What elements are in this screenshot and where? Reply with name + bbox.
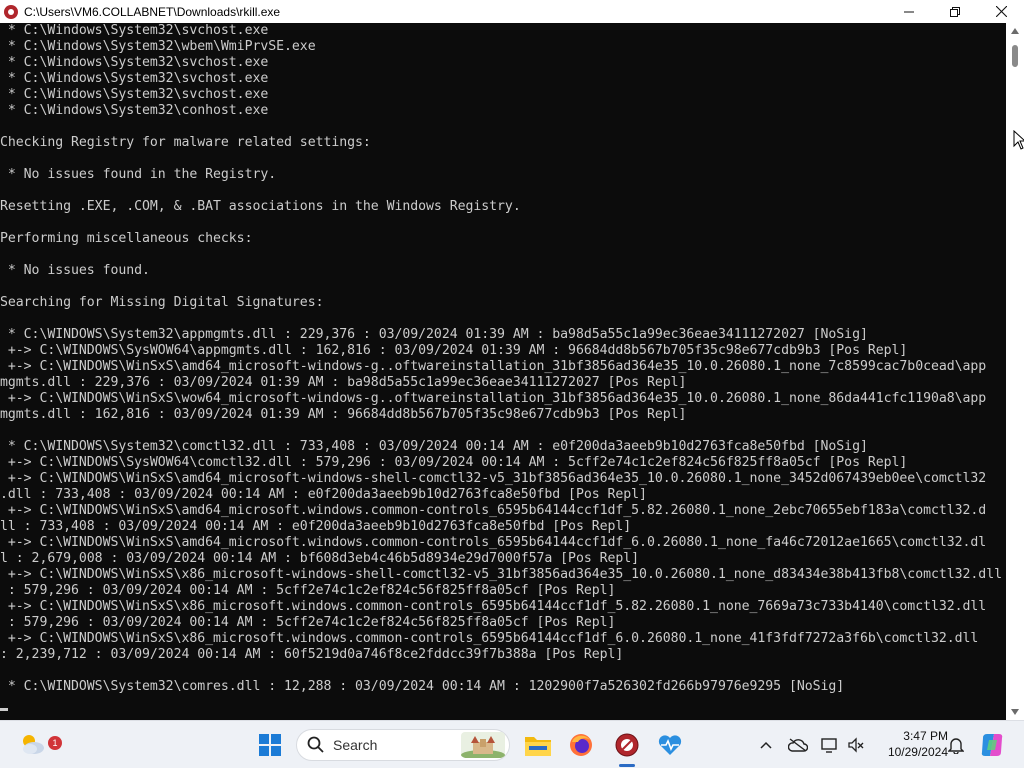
- console-line: * C:\Windows\System32\svchost.exe: [0, 71, 269, 86]
- taskbar-search[interactable]: Search: [296, 729, 510, 761]
- title-bar[interactable]: C:\Users\VM6.COLLABNET\Downloads\rkill.e…: [0, 0, 1024, 23]
- clock-date: 10/29/2024: [887, 745, 948, 759]
- console-line: +-> C:\WINDOWS\WinSxS\x86_microsoft.wind…: [0, 631, 979, 646]
- console-line: ll : 733,408 : 03/09/2024 00:14 AM : e0f…: [0, 519, 632, 534]
- system-clock[interactable]: 3:47 PM 10/29/2024: [872, 728, 948, 760]
- taskbar: 1 Search 3:47 PM 10/29/2024: [0, 720, 1024, 768]
- console-line: * No issues found in the Registry.: [0, 167, 277, 182]
- notification-bell-icon: [948, 738, 964, 754]
- notification-button[interactable]: [944, 733, 968, 757]
- console-line: +-> C:\WINDOWS\WinSxS\wow64_microsoft-wi…: [0, 391, 987, 406]
- file-explorer-icon: [525, 737, 551, 756]
- console-line: l : 2,679,008 : 03/09/2024 00:14 AM : bf…: [0, 551, 640, 566]
- search-placeholder: Search: [333, 737, 378, 753]
- firefox-icon: [570, 734, 592, 756]
- console-output[interactable]: * C:\Windows\System32\svchost.exe * C:\W…: [0, 23, 1006, 720]
- window-title: C:\Users\VM6.COLLABNET\Downloads\rkill.e…: [24, 4, 281, 19]
- scroll-down-arrow-icon: [1011, 709, 1019, 715]
- console-line: mgmts.dll : 229,376 : 03/09/2024 01:39 A…: [0, 375, 687, 390]
- search-icon: [307, 736, 324, 753]
- console-line: Performing miscellaneous checks:: [0, 231, 253, 246]
- maximize-button[interactable]: [932, 0, 978, 23]
- rkill-taskbar-button[interactable]: [611, 729, 643, 761]
- volume-muted-icon: [848, 737, 864, 753]
- weather-icon: [23, 735, 44, 754]
- console-line: Checking Registry for malware related se…: [0, 135, 371, 150]
- console-line: mgmts.dll : 162,816 : 03/09/2024 01:39 A…: [0, 407, 687, 422]
- copilot-button[interactable]: [978, 731, 1006, 759]
- weather-widget[interactable]: 1: [18, 729, 62, 759]
- volume-tray-button[interactable]: [844, 733, 868, 757]
- chevron-up-icon: [760, 741, 772, 749]
- close-button[interactable]: [978, 0, 1024, 23]
- network-icon: [821, 738, 837, 753]
- onedrive-offline-icon: [788, 738, 808, 752]
- rkill-icon: [615, 733, 639, 757]
- console-line: * C:\WINDOWS\System32\appmgmts.dll : 229…: [0, 327, 868, 342]
- minimize-icon: [904, 11, 914, 12]
- console-line: Searching for Missing Digital Signatures…: [0, 295, 324, 310]
- start-button[interactable]: [254, 729, 286, 761]
- console-text: * C:\Windows\System32\svchost.exe * C:\W…: [0, 23, 1006, 695]
- window-controls: [886, 0, 1024, 23]
- restore-icon: [950, 6, 960, 17]
- console-line: .dll : 733,408 : 03/09/2024 00:14 AM : e…: [0, 487, 647, 502]
- copilot-icon: [981, 734, 1003, 756]
- console-line: : 579,296 : 03/09/2024 00:14 AM : 5cff2e…: [0, 583, 616, 598]
- clock-time: 3:47 PM: [903, 729, 948, 743]
- onedrive-tray-button[interactable]: [786, 733, 810, 757]
- scroll-up-button[interactable]: [1006, 23, 1024, 39]
- active-app-indicator: [619, 764, 635, 767]
- text-cursor: [0, 708, 8, 711]
- console-line: * C:\Windows\System32\wbem\WmiPrvSE.exe: [0, 39, 316, 54]
- console-line: * C:\Windows\System32\conhost.exe: [0, 103, 269, 118]
- notification-badge: 1: [48, 736, 62, 750]
- console-line: : 2,239,712 : 03/09/2024 00:14 AM : 60f5…: [0, 647, 624, 662]
- firefox-button[interactable]: [565, 729, 597, 761]
- console-line: * C:\WINDOWS\System32\comctl32.dll : 733…: [0, 439, 868, 454]
- scroll-thumb[interactable]: [1012, 45, 1018, 67]
- console-line: +-> C:\WINDOWS\WinSxS\amd64_microsoft.wi…: [0, 503, 987, 518]
- console-line: +-> C:\WINDOWS\WinSxS\amd64_microsoft.wi…: [0, 535, 987, 550]
- show-hidden-icons-button[interactable]: [754, 733, 778, 757]
- network-tray-button[interactable]: [818, 733, 842, 757]
- console-line: +-> C:\WINDOWS\WinSxS\amd64_microsoft-wi…: [0, 471, 987, 486]
- scroll-down-button[interactable]: [1006, 704, 1024, 720]
- console-line: : 579,296 : 03/09/2024 00:14 AM : 5cff2e…: [0, 615, 616, 630]
- console-line: * C:\Windows\System32\svchost.exe: [0, 87, 269, 102]
- console-line: +-> C:\WINDOWS\SysWOW64\comctl32.dll : 5…: [0, 455, 908, 470]
- close-icon: [995, 6, 1007, 17]
- vertical-scrollbar[interactable]: [1006, 23, 1024, 720]
- health-monitor-button[interactable]: [654, 729, 686, 761]
- console-line: * C:\Windows\System32\svchost.exe: [0, 55, 269, 70]
- console-line: Resetting .EXE, .COM, & .BAT association…: [0, 199, 521, 214]
- console-line: * C:\WINDOWS\System32\comres.dll : 12,28…: [0, 679, 845, 694]
- console-line: +-> C:\WINDOWS\SysWOW64\appmgmts.dll : 1…: [0, 343, 908, 358]
- minimize-button[interactable]: [886, 0, 932, 23]
- search-highlight-castle-icon: [461, 732, 505, 758]
- windows-start-icon: [259, 734, 281, 756]
- rkill-app-icon[interactable]: [4, 4, 18, 19]
- console-line: +-> C:\WINDOWS\WinSxS\amd64_microsoft-wi…: [0, 359, 987, 374]
- console-line: +-> C:\WINDOWS\WinSxS\x86_microsoft.wind…: [0, 599, 987, 614]
- console-line: * C:\Windows\System32\svchost.exe: [0, 23, 269, 38]
- health-monitor-icon: [658, 735, 682, 755]
- mouse-pointer-icon: [1013, 130, 1024, 150]
- scroll-up-arrow-icon: [1011, 28, 1019, 34]
- console-line: * No issues found.: [0, 263, 150, 278]
- file-explorer-button[interactable]: [522, 729, 554, 761]
- console-line: +-> C:\WINDOWS\WinSxS\x86_microsoft-wind…: [0, 567, 1002, 582]
